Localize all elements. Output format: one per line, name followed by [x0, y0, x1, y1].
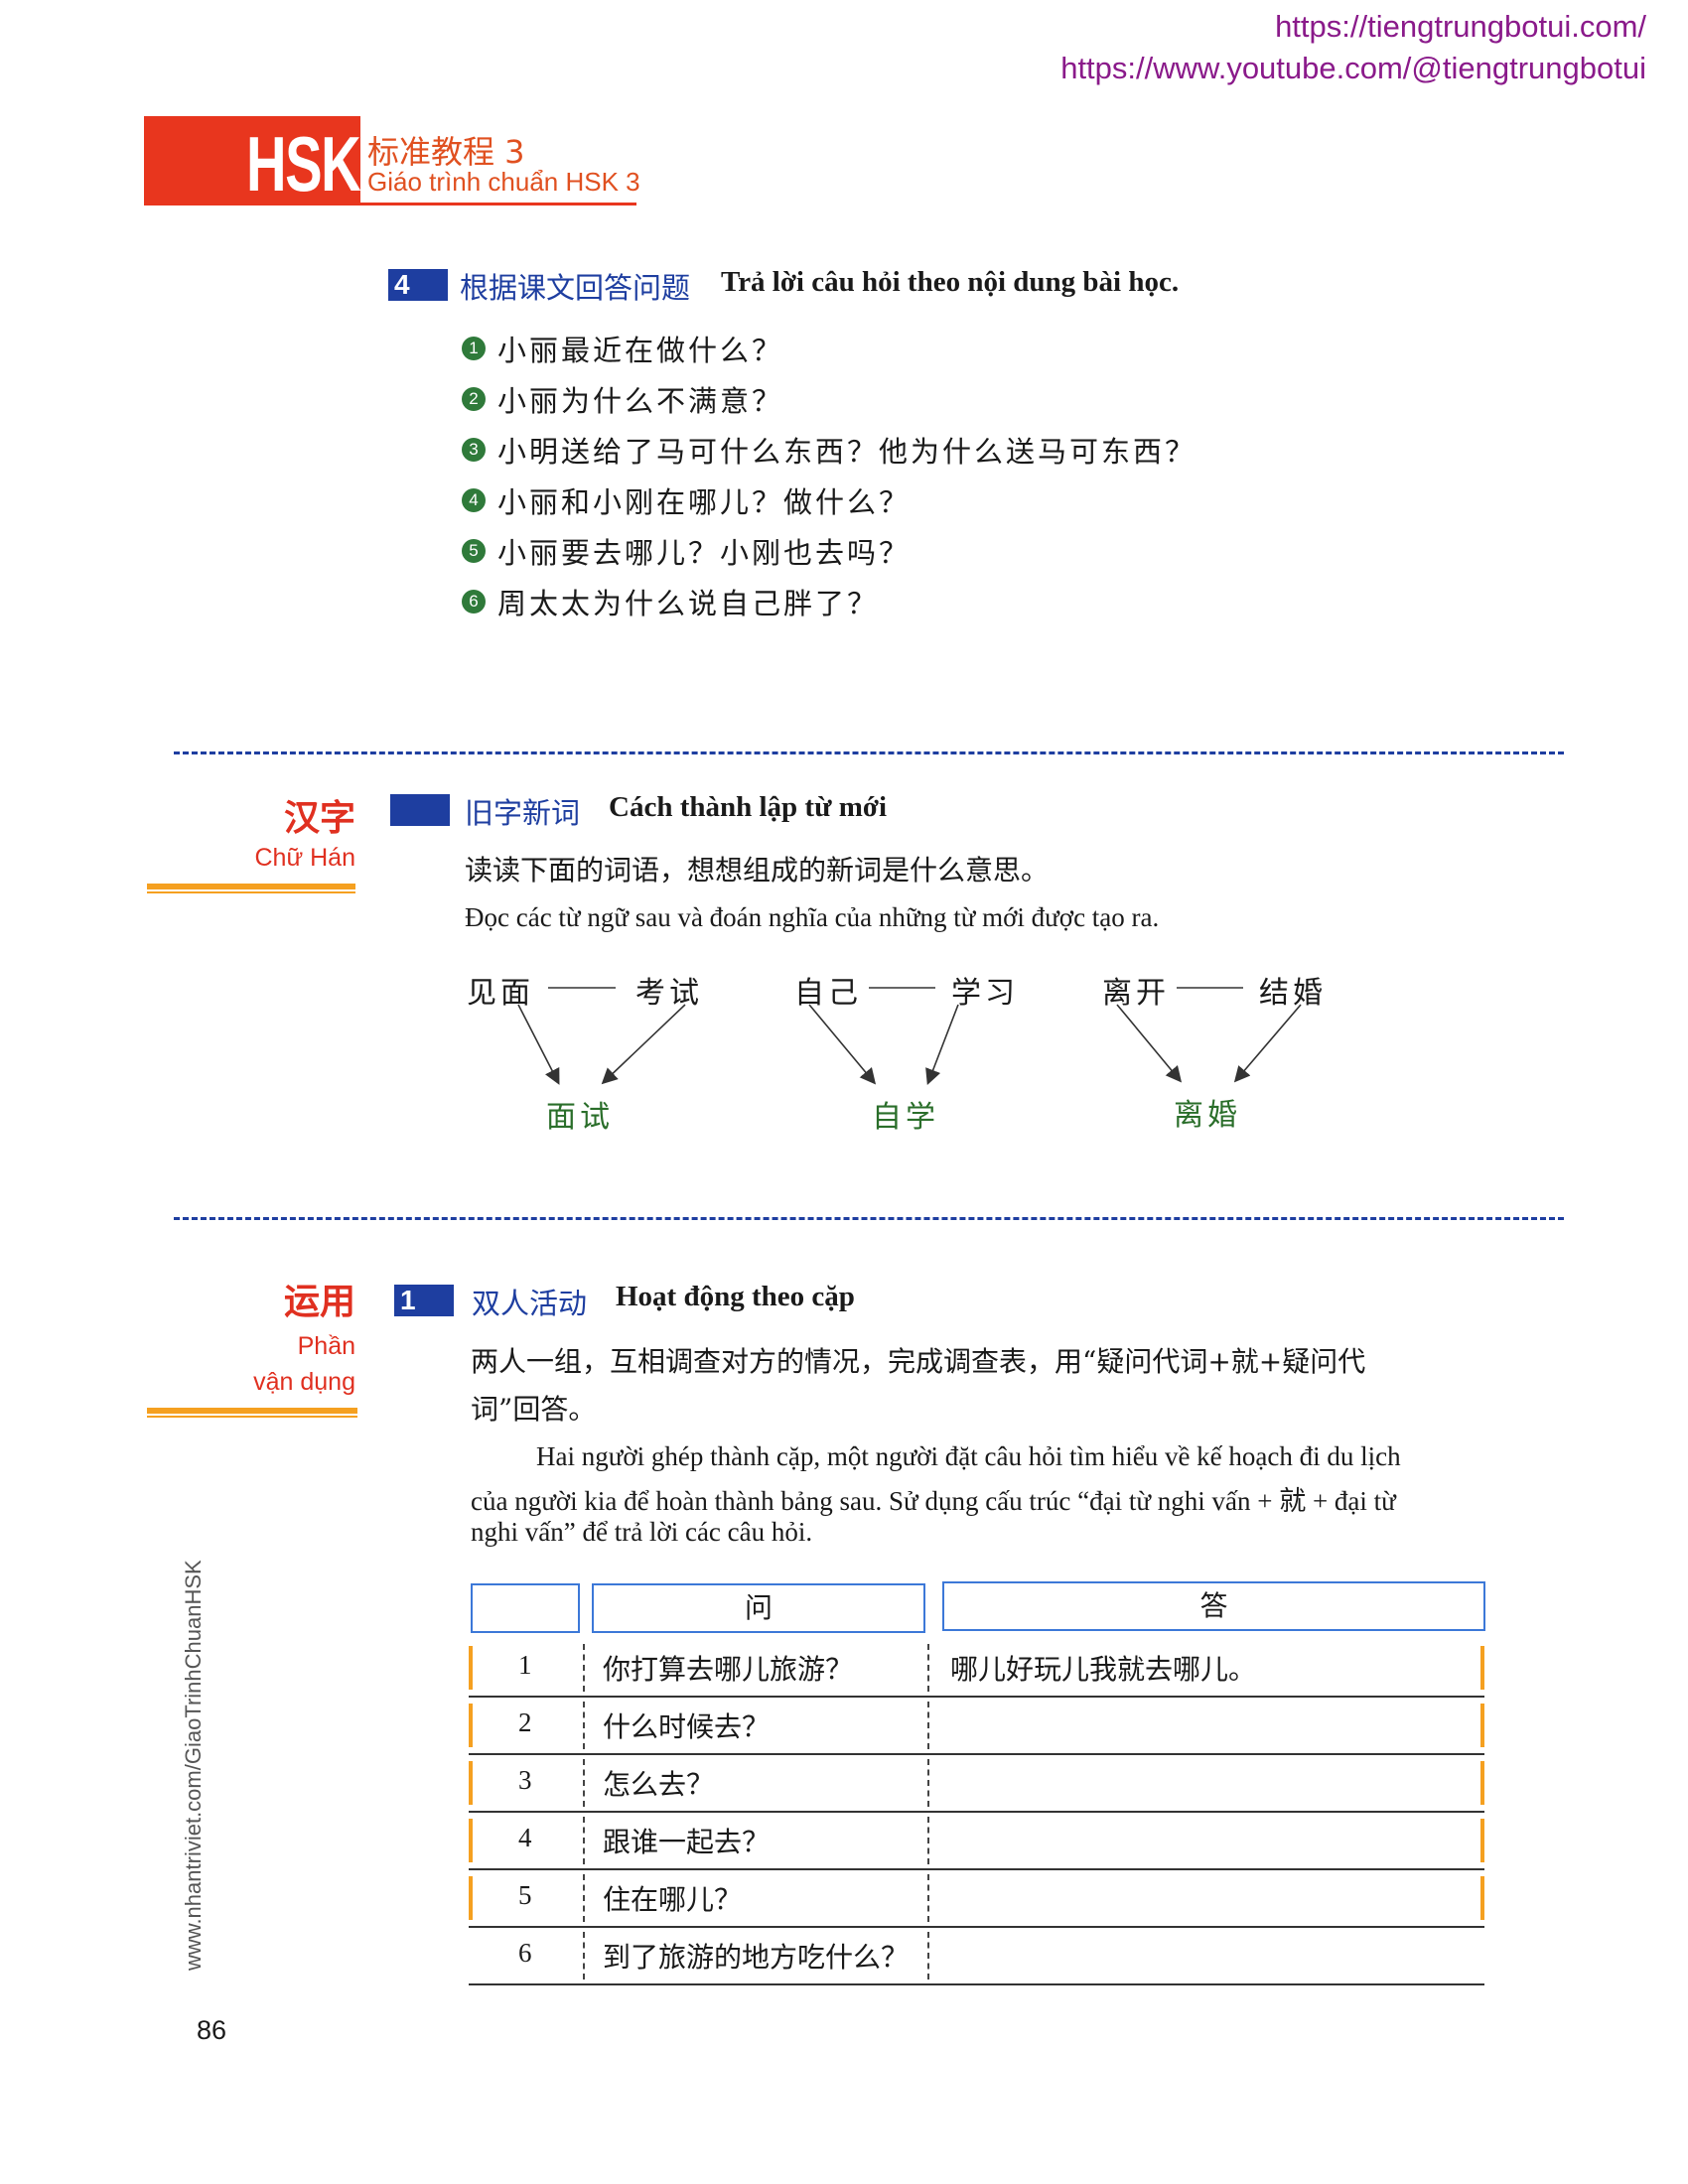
- column-separator: [583, 1874, 585, 1922]
- yunyong-instruction-vi: Hai người ghép thành cặp, một người đặt …: [536, 1441, 1401, 1471]
- column-separator: [927, 1874, 929, 1922]
- page-number: 86: [197, 2015, 227, 2045]
- column-separator: [927, 1644, 929, 1692]
- row-number: 2: [518, 1707, 532, 1737]
- vertical-publisher-url: www.nhantriviet.com/GiaoTrinhChuanHSK: [181, 1560, 206, 1971]
- section-divider: [174, 1217, 1564, 1220]
- yunyong-title-cn: 双人活动: [472, 1287, 588, 1320]
- side-label-bar-thin: [147, 1416, 357, 1418]
- row-edge: [1480, 1646, 1484, 1690]
- column-separator: [583, 1817, 585, 1864]
- side-label-yunyong-vi-1: Phần: [297, 1332, 355, 1360]
- arrow: [1233, 1004, 1302, 1083]
- row-edge: [1480, 1761, 1484, 1805]
- table-row: 3 怎么去？: [469, 1755, 1484, 1813]
- column-separator: [927, 1932, 929, 1979]
- row-edge: [1480, 1819, 1484, 1862]
- arrow: [517, 1004, 560, 1085]
- column-separator: [583, 1702, 585, 1749]
- yunyong-instruction-vi: nghi vấn” để trả lời các câu hỏi.: [471, 1517, 813, 1547]
- side-label-bar: [147, 1408, 357, 1414]
- column-separator: [927, 1817, 929, 1864]
- row-edge: [1480, 1704, 1484, 1747]
- word-diagram-arrows: [517, 987, 1302, 1085]
- row-number: 4: [518, 1823, 532, 1852]
- side-label-yunyong-cn: 运用: [283, 1282, 355, 1322]
- arrow: [808, 1004, 877, 1085]
- table-header-ask: 问: [592, 1583, 925, 1633]
- row-question: 怎么去？: [603, 1768, 715, 1801]
- column-separator: [927, 1702, 929, 1749]
- row-edge: [469, 1704, 473, 1747]
- row-question: 住在哪儿？: [603, 1883, 743, 1916]
- yunyong-instruction-cn: 两人一组，互相调查对方的情况，完成调查表，用“疑问代词+就+疑问代: [471, 1345, 1366, 1378]
- row-number: 1: [518, 1650, 532, 1680]
- row-edge: [469, 1646, 473, 1690]
- arrow: [925, 1004, 959, 1085]
- table-header-answer: 答: [942, 1581, 1485, 1631]
- table-row: 2 什么时候去？: [469, 1698, 1484, 1755]
- row-number: 5: [518, 1880, 532, 1910]
- side-label-yunyong-vi-2: vận dụng: [253, 1368, 355, 1396]
- section-number-1: 1: [394, 1285, 454, 1316]
- table-row: 4 跟谁一起去？: [469, 1813, 1484, 1870]
- yunyong-instruction-cn: 词”回答。: [471, 1393, 597, 1426]
- yunyong-instruction-vi: của người kia để hoàn thành bảng sau. Sử…: [471, 1486, 1396, 1516]
- row-number: 6: [518, 1938, 532, 1968]
- arrow: [1116, 1004, 1183, 1083]
- row-question: 什么时候去？: [603, 1710, 771, 1743]
- row-edge: [469, 1761, 473, 1805]
- column-separator: [583, 1644, 585, 1692]
- row-number: 3: [518, 1765, 532, 1795]
- row-edge: [469, 1819, 473, 1862]
- table-header-number: [471, 1583, 580, 1633]
- table-row: 6 到了旅游的地方吃什么？: [469, 1928, 1484, 1985]
- table-row: 1 你打算去哪儿旅游？ 哪儿好玩儿我就去哪儿。: [469, 1640, 1484, 1698]
- column-separator: [583, 1932, 585, 1979]
- row-edge: [1480, 1876, 1484, 1920]
- row-question: 你打算去哪儿旅游？: [603, 1653, 854, 1686]
- row-edge: [469, 1876, 473, 1920]
- yunyong-title-vi: Hoạt động theo cặp: [616, 1281, 855, 1312]
- row-question: 到了旅游的地方吃什么？: [603, 1941, 910, 1974]
- arrow: [601, 1004, 686, 1085]
- table-row: 5 住在哪儿？: [469, 1870, 1484, 1928]
- column-separator: [927, 1759, 929, 1807]
- column-separator: [583, 1759, 585, 1807]
- row-question: 跟谁一起去？: [603, 1826, 771, 1858]
- row-answer[interactable]: 哪儿好玩儿我就去哪儿。: [950, 1648, 1256, 1688]
